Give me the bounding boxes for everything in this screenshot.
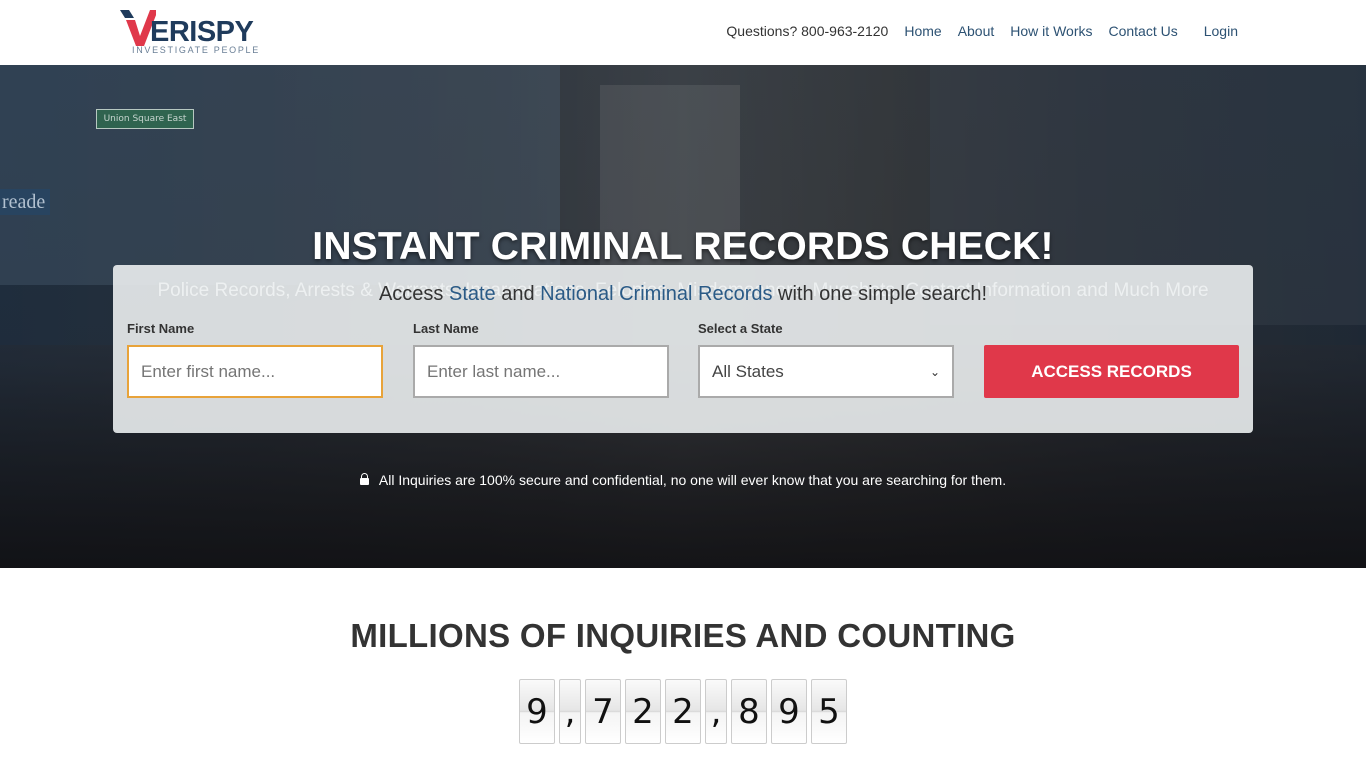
hero-title: INSTANT CRIMINAL RECORDS CHECK!	[312, 225, 1054, 268]
state-select[interactable]: All States ⌄	[698, 345, 954, 398]
nav-how-it-works[interactable]: How it Works	[1010, 23, 1092, 39]
secure-note: All Inquiries are 100% secure and confid…	[0, 472, 1366, 488]
counter-digit: 9	[519, 679, 555, 744]
site-header: ERISPY INVESTIGATE PEOPLE Questions? 800…	[0, 0, 1366, 65]
counter-digit: 5	[811, 679, 847, 744]
counter-title: MILLIONS OF INQUIRIES AND COUNTING	[350, 617, 1016, 654]
last-name-label: Last Name	[413, 321, 479, 336]
secure-note-text: All Inquiries are 100% secure and confid…	[378, 472, 1007, 488]
nav-home[interactable]: Home	[904, 23, 941, 39]
search-heading-text: with one simple search!	[772, 283, 988, 305]
search-heading-highlight-national: National Criminal Records	[540, 283, 773, 305]
inquiry-counter: 9 , 7 2 2 , 8 9 5	[0, 679, 1366, 744]
first-name-input[interactable]	[127, 345, 383, 398]
counter-separator: ,	[705, 679, 727, 744]
state-select-value: All States	[712, 361, 784, 381]
support-phone: Questions? 800-963-2120	[726, 23, 889, 39]
counter-digit: 8	[731, 679, 767, 744]
search-form: Access State and National Criminal Recor…	[113, 265, 1253, 433]
counter-digit: 2	[625, 679, 661, 744]
search-heading: Access State and National Criminal Recor…	[113, 283, 1253, 306]
lock-icon	[359, 473, 369, 485]
chevron-down-icon: ⌄	[929, 364, 940, 379]
counter-digit: 9	[771, 679, 807, 744]
access-records-button[interactable]: ACCESS RECORDS	[984, 345, 1239, 398]
counter-digit: 7	[585, 679, 621, 744]
search-heading-text: and	[495, 283, 541, 305]
main-nav: Questions? 800-963-2120 Home About How i…	[726, 23, 1238, 39]
state-label: Select a State	[698, 321, 783, 336]
nav-contact-us[interactable]: Contact Us	[1108, 23, 1177, 39]
background-street-sign: Union Square East	[96, 109, 194, 129]
last-name-field: Last Name	[413, 321, 669, 398]
state-field: Select a State All States ⌄	[698, 321, 954, 398]
search-heading-highlight-state: State	[448, 283, 496, 305]
verispy-logo[interactable]: ERISPY INVESTIGATE PEOPLE	[120, 6, 260, 56]
nav-login[interactable]: Login	[1204, 23, 1238, 39]
counter-separator: ,	[559, 679, 581, 744]
counter-digit: 2	[665, 679, 701, 744]
search-heading-text: Access	[378, 283, 449, 305]
nav-about[interactable]: About	[958, 23, 995, 39]
logo-tagline: INVESTIGATE PEOPLE	[132, 45, 260, 55]
hero-section: Union Square East reade INSTANT CRIMINAL…	[0, 65, 1366, 568]
first-name-field: First Name	[127, 321, 383, 398]
first-name-label: First Name	[127, 321, 195, 336]
background-store-sign: reade	[0, 189, 50, 215]
last-name-input[interactable]	[413, 345, 669, 398]
